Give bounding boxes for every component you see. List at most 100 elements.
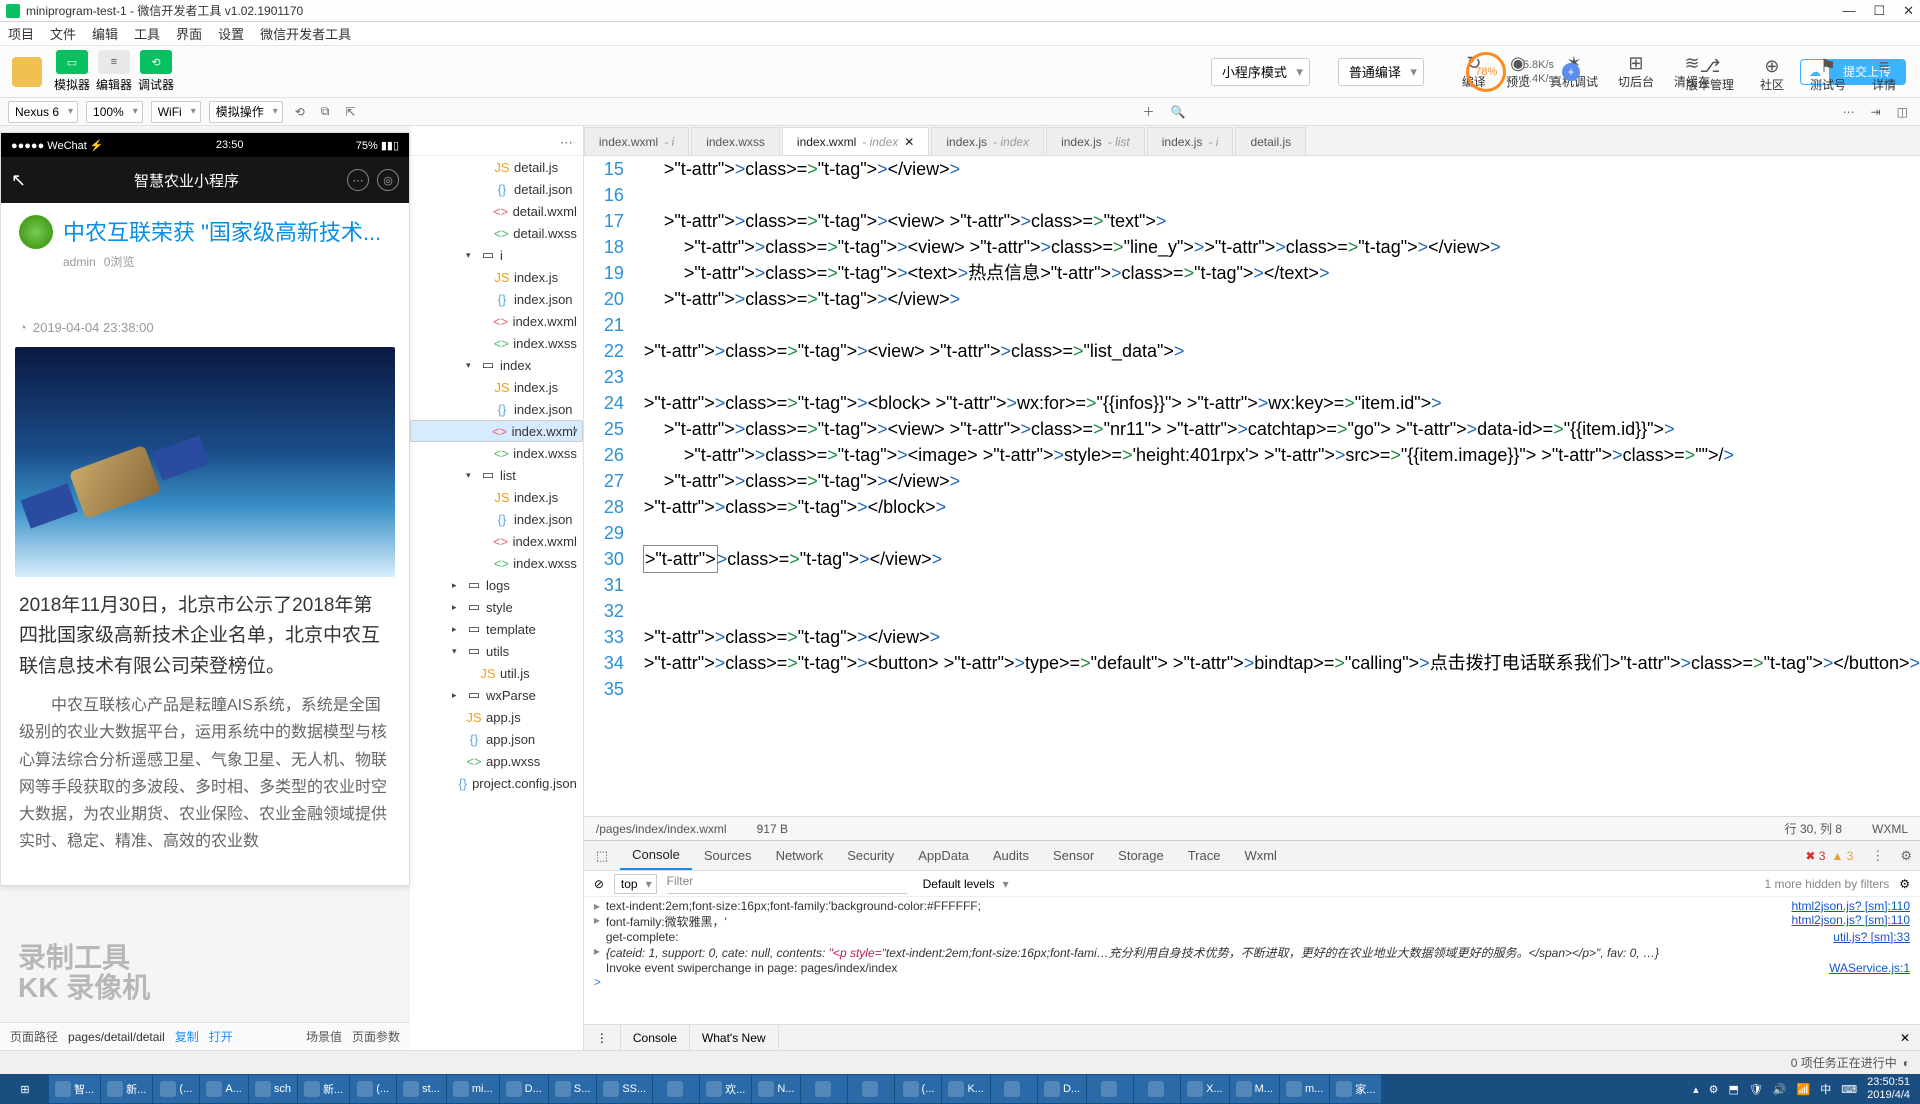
file-tree-item[interactable]: ▾▭list xyxy=(410,464,583,486)
file-tree-item[interactable]: ▸▭style xyxy=(410,596,583,618)
file-tree-item[interactable]: <>index.wxss xyxy=(410,332,583,354)
taskbar-app[interactable]: K... xyxy=(942,1075,990,1103)
file-tree-item[interactable]: {}index.json xyxy=(410,508,583,530)
file-tree-item[interactable]: ▾▭utils xyxy=(410,640,583,662)
file-tree-item[interactable]: JSindex.js xyxy=(410,486,583,508)
compile-mode-select[interactable]: 普通编译 xyxy=(1338,58,1424,86)
taskbar-app[interactable]: st... xyxy=(397,1075,446,1103)
taskbar-app[interactable]: 新... xyxy=(101,1075,152,1103)
file-tree-item[interactable]: {}index.json xyxy=(410,288,583,310)
file-tree-item[interactable]: ▾▭index xyxy=(410,354,583,376)
context-select[interactable]: top xyxy=(614,874,657,894)
background-button[interactable]: ⊞切后台 xyxy=(1618,53,1654,90)
file-tree-item[interactable]: JSindex.js xyxy=(410,376,583,398)
console-output[interactable]: ▸text-indent:2em;font-size:16px;font-fam… xyxy=(584,897,1920,1024)
app-mode-select[interactable]: 小程序模式 xyxy=(1211,58,1310,86)
menu-item[interactable]: 界面 xyxy=(176,24,202,43)
file-tree-item[interactable]: <>detail.wxml xyxy=(410,200,583,222)
file-tree-item[interactable]: {}project.config.json xyxy=(410,772,583,794)
taskbar-app[interactable]: S... xyxy=(549,1075,597,1103)
taskbar-app[interactable]: 新... xyxy=(298,1075,349,1103)
performance-widget[interactable]: 78% ↑ 5.8K/s↓ 6.4K/s + xyxy=(1466,52,1580,92)
file-tree-item[interactable]: ▾▭i xyxy=(410,244,583,266)
drawer-close-icon[interactable]: ✕ xyxy=(1890,1031,1920,1045)
elements-inspect-icon[interactable]: ⬚ xyxy=(584,841,620,870)
file-tree-item[interactable]: {}index.json xyxy=(410,398,583,420)
tab-close-icon[interactable]: ✕ xyxy=(904,135,914,149)
editor-tab[interactable]: index.wxml- index✕ xyxy=(782,127,929,155)
editor-toggle[interactable]: ≡编辑器 xyxy=(96,50,132,93)
file-tree-item[interactable]: <>index.wxml xyxy=(410,530,583,552)
levels-select[interactable]: Default levels xyxy=(917,874,1013,894)
taskbar-app[interactable]: (... xyxy=(153,1075,199,1103)
file-tree-item[interactable]: <>index.wxml xyxy=(410,310,583,332)
file-tree-item[interactable]: JSdetail.js xyxy=(410,156,583,178)
menu-item[interactable]: 文件 xyxy=(50,24,76,43)
taskbar-app[interactable]: M... xyxy=(1230,1075,1279,1103)
split-icon[interactable]: ◫ xyxy=(1893,105,1912,119)
minimize-button[interactable]: — xyxy=(1842,3,1855,19)
close-button[interactable]: ✕ xyxy=(1903,3,1914,19)
devtools-tab[interactable]: Console xyxy=(620,841,692,870)
drawer-tab-console[interactable]: Console xyxy=(621,1025,690,1050)
file-tree-item[interactable]: <>detail.wxss xyxy=(410,222,583,244)
device-select[interactable]: Nexus 6 xyxy=(8,101,78,123)
code-area[interactable]: 1516171819202122232425262728293031323334… xyxy=(584,156,1920,816)
taskbar-app[interactable]: 欢... xyxy=(700,1075,751,1103)
taskbar-app[interactable]: sch xyxy=(249,1075,297,1103)
maximize-button[interactable]: ☐ xyxy=(1873,3,1885,19)
taskbar-app[interactable]: D... xyxy=(1038,1075,1086,1103)
taskbar-app[interactable] xyxy=(1134,1075,1180,1103)
drawer-menu-icon[interactable]: ⋮ xyxy=(584,1025,621,1050)
devtools-menu-icon[interactable]: ⋮ xyxy=(1863,848,1892,864)
editor-tab[interactable]: detail.js xyxy=(1235,127,1306,155)
menu-item[interactable]: 微信开发者工具 xyxy=(260,24,351,43)
devtools-tab[interactable]: Sensor xyxy=(1041,841,1106,870)
capsule-menu-icon[interactable]: ⋯ xyxy=(347,169,369,191)
indent-icon[interactable]: ⇥ xyxy=(1867,105,1885,119)
back-icon[interactable]: ↖ xyxy=(11,170,26,191)
drawer-tab-whatsnew[interactable]: What's New xyxy=(690,1025,779,1050)
capsule-close-icon[interactable]: ◎ xyxy=(377,169,399,191)
copy-link[interactable]: 复制 xyxy=(175,1028,199,1045)
taskbar-app[interactable] xyxy=(801,1075,847,1103)
filter-input[interactable]: Filter xyxy=(667,874,907,894)
settings-gear-icon[interactable]: ⚙ xyxy=(1899,877,1910,891)
details-button[interactable]: ≡详情 xyxy=(1872,56,1896,93)
debugger-toggle[interactable]: ⟲调试器 xyxy=(138,50,174,93)
taskbar-app[interactable]: SS... xyxy=(597,1075,652,1103)
menu-item[interactable]: 项目 xyxy=(8,24,34,43)
open-link[interactable]: 打开 xyxy=(209,1028,233,1045)
taskbar-app[interactable] xyxy=(1087,1075,1133,1103)
taskbar-app[interactable] xyxy=(653,1075,699,1103)
zoom-select[interactable]: 100% xyxy=(86,101,143,123)
file-tree-item[interactable]: {}detail.json xyxy=(410,178,583,200)
file-tree-item[interactable]: JSindex.js xyxy=(410,266,583,288)
simulator-toggle[interactable]: ▭模拟器 xyxy=(54,50,90,93)
file-tree-item[interactable]: ▸▭wxParse xyxy=(410,684,583,706)
file-tree-item[interactable]: JSutil.js xyxy=(410,662,583,684)
popout-icon[interactable]: ⇱ xyxy=(341,105,359,119)
taskbar-app[interactable]: X... xyxy=(1181,1075,1229,1103)
user-avatar[interactable] xyxy=(12,57,42,87)
search-icon[interactable]: 🔍 xyxy=(1167,105,1190,119)
taskbar-app[interactable]: (... xyxy=(350,1075,396,1103)
clear-console-icon[interactable]: ⊘ xyxy=(594,877,604,891)
test-account-button[interactable]: ⚑测试号 xyxy=(1810,56,1846,93)
menu-item[interactable]: 工具 xyxy=(134,24,160,43)
version-button[interactable]: ⎇版本管理 xyxy=(1686,56,1734,93)
community-button[interactable]: ⊕社区 xyxy=(1760,56,1784,93)
devtools-tab[interactable]: Storage xyxy=(1106,841,1176,870)
taskbar-app[interactable]: (... xyxy=(895,1075,941,1103)
scene-value-link[interactable]: 场景值 xyxy=(306,1028,342,1045)
devtools-tab[interactable]: Network xyxy=(764,841,836,870)
mock-select[interactable]: 模拟操作 xyxy=(209,101,283,123)
editor-tab[interactable]: index.js- i xyxy=(1147,127,1234,155)
menu-item[interactable]: 设置 xyxy=(218,24,244,43)
devtools-tab[interactable]: Trace xyxy=(1176,841,1233,870)
devtools-tab[interactable]: Sources xyxy=(692,841,764,870)
file-tree-item[interactable]: <>index.wxml xyxy=(410,420,583,442)
file-tree-item[interactable]: <>index.wxss xyxy=(410,442,583,464)
devtools-tab[interactable]: Security xyxy=(835,841,906,870)
editor-tab[interactable]: index.js- list xyxy=(1046,127,1145,155)
